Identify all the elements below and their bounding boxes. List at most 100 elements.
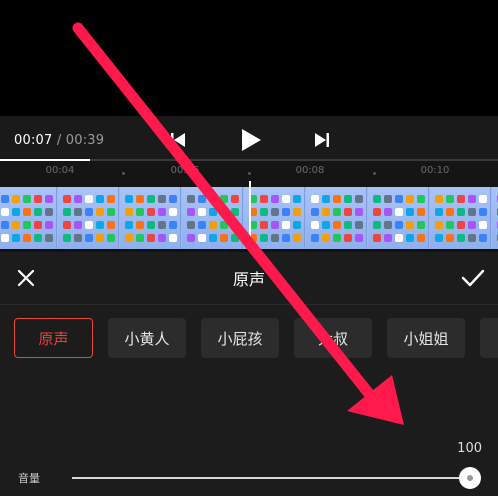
app-thumbnail-icon	[209, 195, 217, 203]
app-thumbnail-icon	[446, 195, 454, 203]
filmstrip-frame	[492, 187, 498, 249]
app-thumbnail-icon	[220, 234, 228, 242]
app-thumbnail-icon	[209, 234, 217, 242]
app-thumbnail-icon	[107, 221, 115, 229]
app-thumbnail-icon	[293, 221, 301, 229]
app-thumbnail-icon	[107, 195, 115, 203]
app-thumbnail-icon	[209, 208, 217, 216]
voice-chip-uncle[interactable]: 大叔	[294, 318, 372, 358]
app-thumbnail-icon	[231, 208, 239, 216]
app-thumbnail-icon	[45, 208, 53, 216]
app-thumbnail-icon	[468, 234, 476, 242]
app-thumbnail-icon	[355, 221, 363, 229]
app-thumbnail-icon	[198, 234, 206, 242]
app-thumbnail-icon	[12, 234, 20, 242]
checkmark-icon[interactable]	[460, 266, 486, 290]
app-thumbnail-icon	[1, 234, 9, 242]
app-thumbnail-icon	[231, 234, 239, 242]
app-thumbnail-icon	[198, 195, 206, 203]
app-thumbnail-icon	[355, 195, 363, 203]
volume-slider-fill	[72, 477, 470, 479]
app-thumbnail-icon	[12, 195, 20, 203]
app-thumbnail-icon	[344, 234, 352, 242]
voice-chip-minion[interactable]: 小黄人	[108, 318, 186, 358]
app-thumbnail-icon	[187, 195, 195, 203]
app-thumbnail-icon	[107, 208, 115, 216]
voice-chip-original[interactable]: 原声	[14, 318, 93, 358]
app-thumbnail-icon	[158, 221, 166, 229]
app-thumbnail-icon	[96, 195, 104, 203]
app-thumbnail-icon	[479, 208, 487, 216]
volume-value: 100	[457, 441, 482, 456]
app-thumbnail-icon	[457, 195, 465, 203]
app-thumbnail-icon	[282, 234, 290, 242]
app-thumbnail-icon	[457, 208, 465, 216]
app-thumbnail-icon	[1, 195, 9, 203]
voice-chip-more[interactable]	[480, 318, 498, 358]
current-time: 00:07	[14, 133, 53, 148]
app-thumbnail-icon	[384, 221, 392, 229]
app-thumbnail-icon	[395, 195, 403, 203]
app-thumbnail-icon	[74, 221, 82, 229]
app-thumbnail-icon	[457, 234, 465, 242]
app-thumbnail-icon	[311, 195, 319, 203]
play-icon[interactable]	[240, 128, 262, 152]
app-thumbnail-icon	[169, 208, 177, 216]
voice-chip-kid[interactable]: 小屁孩	[201, 318, 279, 358]
video-preview	[0, 0, 498, 116]
volume-slider-thumb[interactable]	[459, 467, 481, 489]
app-thumbnail-icon	[136, 208, 144, 216]
app-thumbnail-icon	[260, 195, 268, 203]
ruler-tick: 00:04	[45, 165, 75, 176]
app-thumbnail-icon	[260, 234, 268, 242]
app-thumbnail-icon	[322, 234, 330, 242]
voice-chip-young-lady[interactable]: 小姐姐	[387, 318, 465, 358]
app-thumbnail-icon	[169, 221, 177, 229]
app-thumbnail-icon	[23, 234, 31, 242]
time-separator: /	[56, 133, 62, 148]
app-thumbnail-icon	[435, 234, 443, 242]
playhead[interactable]	[249, 181, 251, 251]
volume-slider[interactable]	[72, 477, 470, 479]
skip-back-icon[interactable]	[170, 132, 186, 148]
app-thumbnail-icon	[34, 221, 42, 229]
app-thumbnail-icon	[468, 221, 476, 229]
app-thumbnail-icon	[45, 195, 53, 203]
app-thumbnail-icon	[34, 208, 42, 216]
app-thumbnail-icon	[406, 221, 414, 229]
app-thumbnail-icon	[74, 208, 82, 216]
app-thumbnail-icon	[34, 195, 42, 203]
panel-title: 原声	[232, 270, 265, 289]
app-thumbnail-icon	[468, 208, 476, 216]
app-thumbnail-icon	[344, 195, 352, 203]
ruler-dot	[373, 172, 376, 175]
app-thumbnail-icon	[125, 208, 133, 216]
ruler-tick: 00:06	[170, 165, 200, 176]
app-thumbnail-icon	[395, 208, 403, 216]
app-thumbnail-icon	[23, 195, 31, 203]
app-thumbnail-icon	[322, 208, 330, 216]
app-thumbnail-icon	[198, 208, 206, 216]
app-thumbnail-icon	[158, 234, 166, 242]
app-thumbnail-icon	[271, 208, 279, 216]
app-thumbnail-icon	[271, 195, 279, 203]
skip-forward-icon[interactable]	[314, 132, 330, 148]
app-thumbnail-icon	[446, 208, 454, 216]
app-thumbnail-icon	[373, 195, 381, 203]
app-thumbnail-icon	[220, 208, 228, 216]
app-thumbnail-icon	[136, 221, 144, 229]
app-thumbnail-icon	[293, 208, 301, 216]
app-thumbnail-icon	[333, 234, 341, 242]
app-thumbnail-icon	[311, 221, 319, 229]
app-thumbnail-icon	[125, 195, 133, 203]
app-thumbnail-icon	[260, 208, 268, 216]
app-thumbnail-icon	[169, 234, 177, 242]
app-thumbnail-icon	[417, 221, 425, 229]
app-thumbnail-icon	[333, 208, 341, 216]
app-thumbnail-icon	[198, 221, 206, 229]
app-thumbnail-icon	[23, 208, 31, 216]
app-thumbnail-icon	[231, 195, 239, 203]
time-display: 00:07 / 00:39	[14, 133, 104, 148]
volume-label: 音量	[18, 472, 40, 485]
app-thumbnail-icon	[406, 208, 414, 216]
